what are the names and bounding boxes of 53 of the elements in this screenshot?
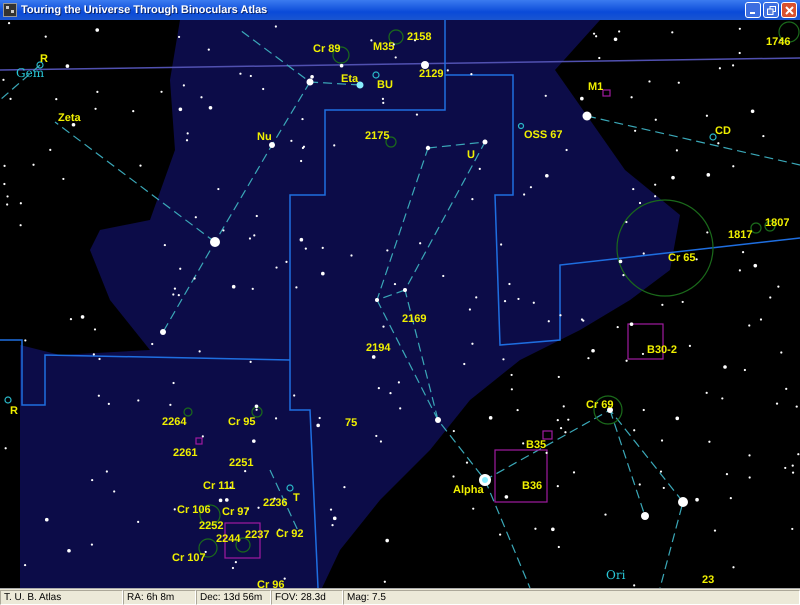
object-label: 2175 bbox=[365, 130, 390, 142]
object-label: R bbox=[10, 404, 18, 417]
object-label: Nu bbox=[257, 130, 272, 143]
object-label: 2251 bbox=[229, 456, 254, 469]
object-label: 2264 bbox=[162, 416, 186, 428]
object-label: 2129 bbox=[419, 68, 444, 80]
object-label: Cr 107 bbox=[172, 552, 206, 564]
object-label: B36 bbox=[522, 480, 542, 492]
object-label: 2252 bbox=[199, 520, 224, 532]
object-label: 1807 bbox=[765, 216, 790, 229]
status-pane: Mag: 7.5 bbox=[343, 590, 800, 605]
object-label: Cr 97 bbox=[222, 506, 250, 518]
object-label: 23 bbox=[702, 574, 714, 586]
object-label: M1 bbox=[588, 80, 604, 93]
object-label: OSS 67 bbox=[524, 128, 563, 141]
restore-icon bbox=[766, 6, 776, 14]
object-label: 2236 bbox=[263, 496, 288, 509]
object-label: Cr 106 bbox=[177, 504, 211, 516]
object-label: R bbox=[40, 52, 48, 65]
object-label: 2261 bbox=[173, 446, 198, 459]
object-label: B35 bbox=[526, 438, 546, 451]
minimize-button[interactable] bbox=[745, 2, 761, 18]
object-label: Zeta bbox=[58, 112, 81, 124]
object-label: 2158 bbox=[407, 30, 432, 43]
object-label: Eta bbox=[341, 72, 358, 85]
window-title: Touring the Universe Through Binoculars Atlas bbox=[21, 4, 268, 16]
status-pane: RA: 6h 8m bbox=[123, 590, 196, 605]
object-label: Cr 111 bbox=[203, 480, 236, 492]
object-label: Cr 89 bbox=[313, 42, 341, 55]
close-button[interactable] bbox=[781, 2, 797, 18]
object-label: Cr 95 bbox=[228, 416, 256, 428]
object-label: 2194 bbox=[366, 342, 390, 354]
object-label: U bbox=[467, 148, 475, 161]
app-icon bbox=[3, 3, 17, 17]
object-label: Cr 96 bbox=[257, 578, 285, 588]
object-label: Cr 69 bbox=[586, 398, 614, 411]
status-pane: FOV: 28.3d bbox=[271, 590, 343, 605]
constellation-label: Ori bbox=[606, 568, 626, 582]
constellation-label: Gem bbox=[16, 66, 44, 80]
object-label: 1746 bbox=[766, 36, 790, 48]
object-label: 75 bbox=[345, 416, 358, 429]
close-icon bbox=[784, 6, 794, 14]
object-label: Alpha bbox=[453, 484, 484, 496]
object-label: CD bbox=[715, 124, 731, 137]
object-label: Cr 65 bbox=[668, 252, 696, 264]
restore-button[interactable] bbox=[763, 2, 779, 18]
object-label: Cr 92 bbox=[276, 528, 304, 540]
object-label: M35 bbox=[373, 40, 394, 53]
status-pane: Dec: 13d 56m bbox=[196, 590, 271, 605]
object-label: BU bbox=[377, 78, 393, 91]
object-label: 1817 bbox=[728, 228, 752, 241]
object-label: T bbox=[293, 492, 300, 504]
status-pane: T. U. B. Atlas bbox=[0, 590, 123, 605]
